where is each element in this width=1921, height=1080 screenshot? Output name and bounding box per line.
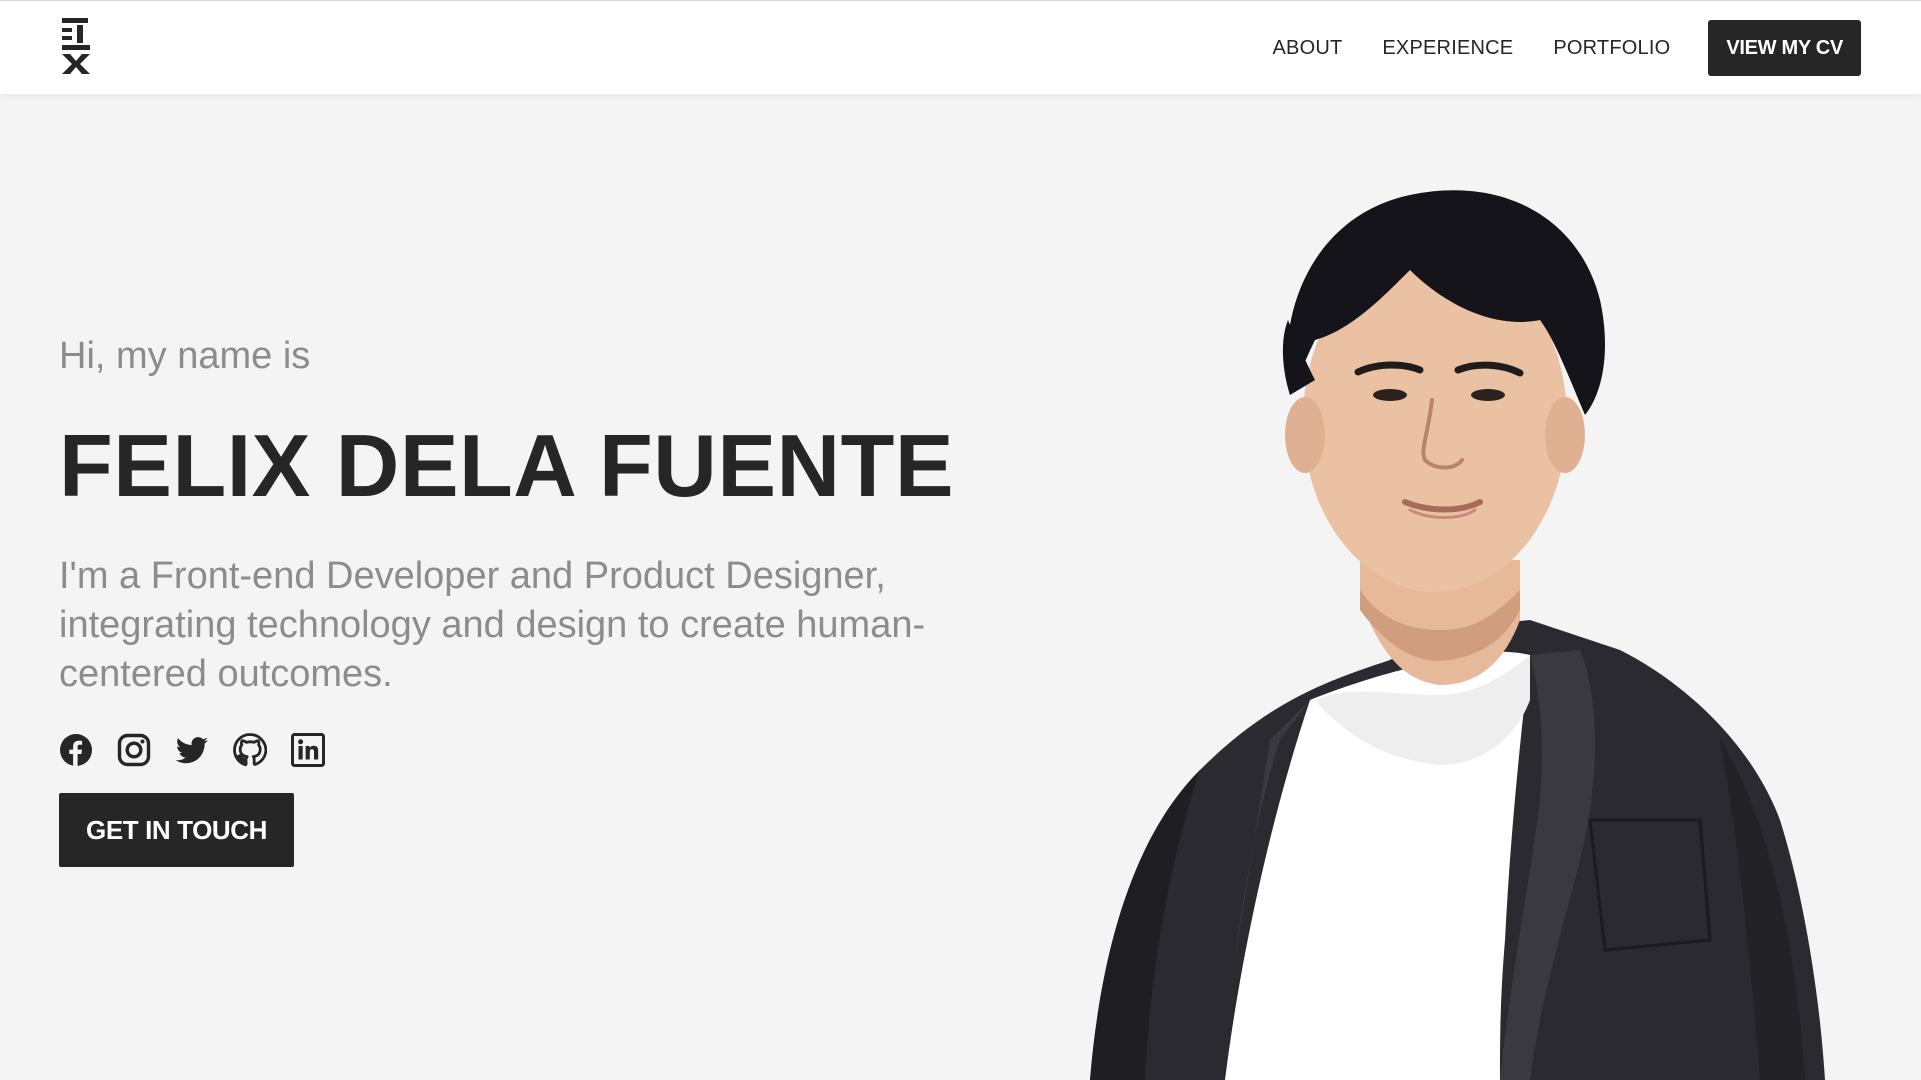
felix-logo-icon[interactable] <box>60 16 92 74</box>
top-navbar: ABOUT EXPERIENCE PORTFOLIO VIEW MY CV <box>0 0 1921 94</box>
instagram-icon[interactable] <box>117 733 151 767</box>
profile-photo <box>1090 190 1825 1080</box>
view-cv-button[interactable]: VIEW MY CV <box>1708 20 1861 76</box>
twitter-icon[interactable] <box>175 733 209 767</box>
social-links <box>59 733 1019 767</box>
hero-tagline: I'm a Front-end Developer and Product De… <box>59 555 926 695</box>
nav-link-portfolio[interactable]: PORTFOLIO <box>1553 37 1670 60</box>
nav-link-about[interactable]: ABOUT <box>1272 37 1342 60</box>
facebook-icon[interactable] <box>59 733 93 767</box>
hero-greeting: Hi, my name is <box>59 335 311 377</box>
nav-link-experience[interactable]: EXPERIENCE <box>1382 37 1513 60</box>
hero-section: Hi, my name is FELIX DELA FUENTE I'm a F… <box>59 330 1019 867</box>
get-in-touch-button[interactable]: GET IN TOUCH <box>59 793 295 867</box>
hero-name: FELIX DELA FUENTE <box>59 416 955 515</box>
linkedin-icon[interactable] <box>291 733 325 767</box>
main-nav: ABOUT EXPERIENCE PORTFOLIO VIEW MY CV <box>1272 20 1861 76</box>
github-icon[interactable] <box>233 733 267 767</box>
